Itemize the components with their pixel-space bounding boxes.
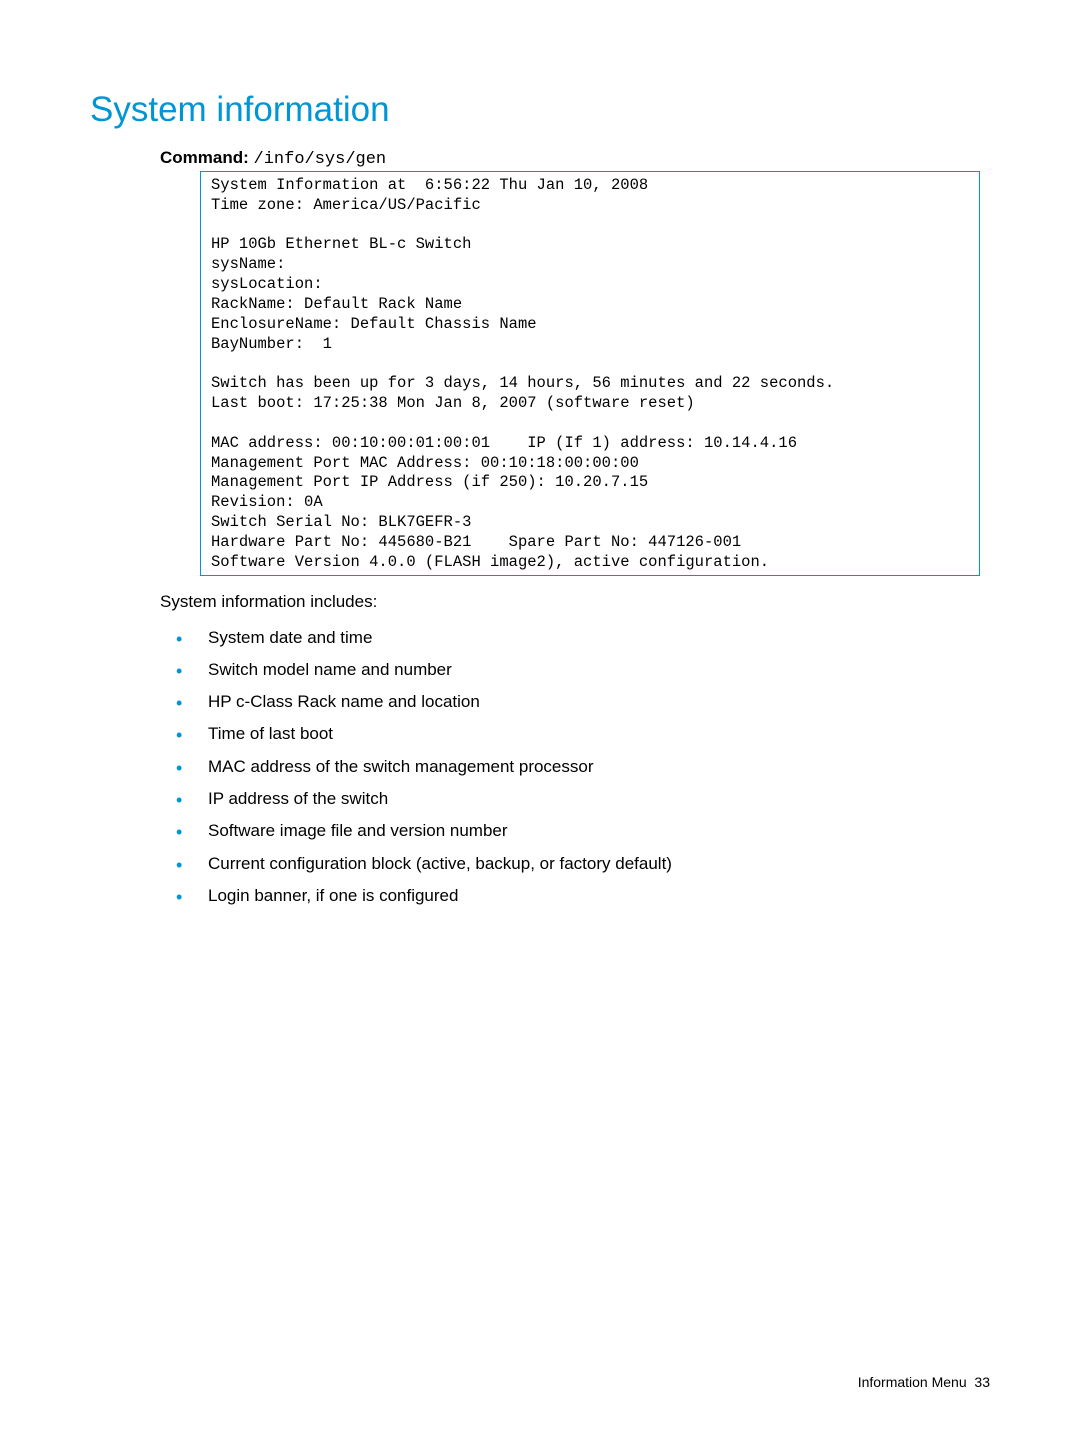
list-item: Current configuration block (active, bac…: [208, 848, 990, 880]
list-item: IP address of the switch: [208, 783, 990, 815]
list-item: System date and time: [208, 622, 990, 654]
intro-text: System information includes:: [160, 592, 990, 612]
list-item: Software image file and version number: [208, 815, 990, 847]
page: System information Command: /info/sys/ge…: [0, 0, 1080, 1440]
footer-section: Information Menu: [858, 1374, 967, 1390]
list-item: Time of last boot: [208, 718, 990, 750]
list-item: Login banner, if one is configured: [208, 880, 990, 912]
command-output-box: System Information at 6:56:22 Thu Jan 10…: [200, 171, 980, 576]
list-item: Switch model name and number: [208, 654, 990, 686]
bullet-list: System date and timeSwitch model name an…: [160, 622, 990, 913]
page-title: System information: [90, 90, 990, 130]
page-footer: Information Menu 33: [858, 1374, 990, 1390]
command-label: Command:: [160, 148, 249, 167]
command-text: /info/sys/gen: [254, 150, 387, 169]
list-item: HP c-Class Rack name and location: [208, 686, 990, 718]
list-item: MAC address of the switch management pro…: [208, 751, 990, 783]
footer-page-number: 33: [974, 1374, 990, 1390]
command-line: Command: /info/sys/gen: [160, 148, 990, 169]
